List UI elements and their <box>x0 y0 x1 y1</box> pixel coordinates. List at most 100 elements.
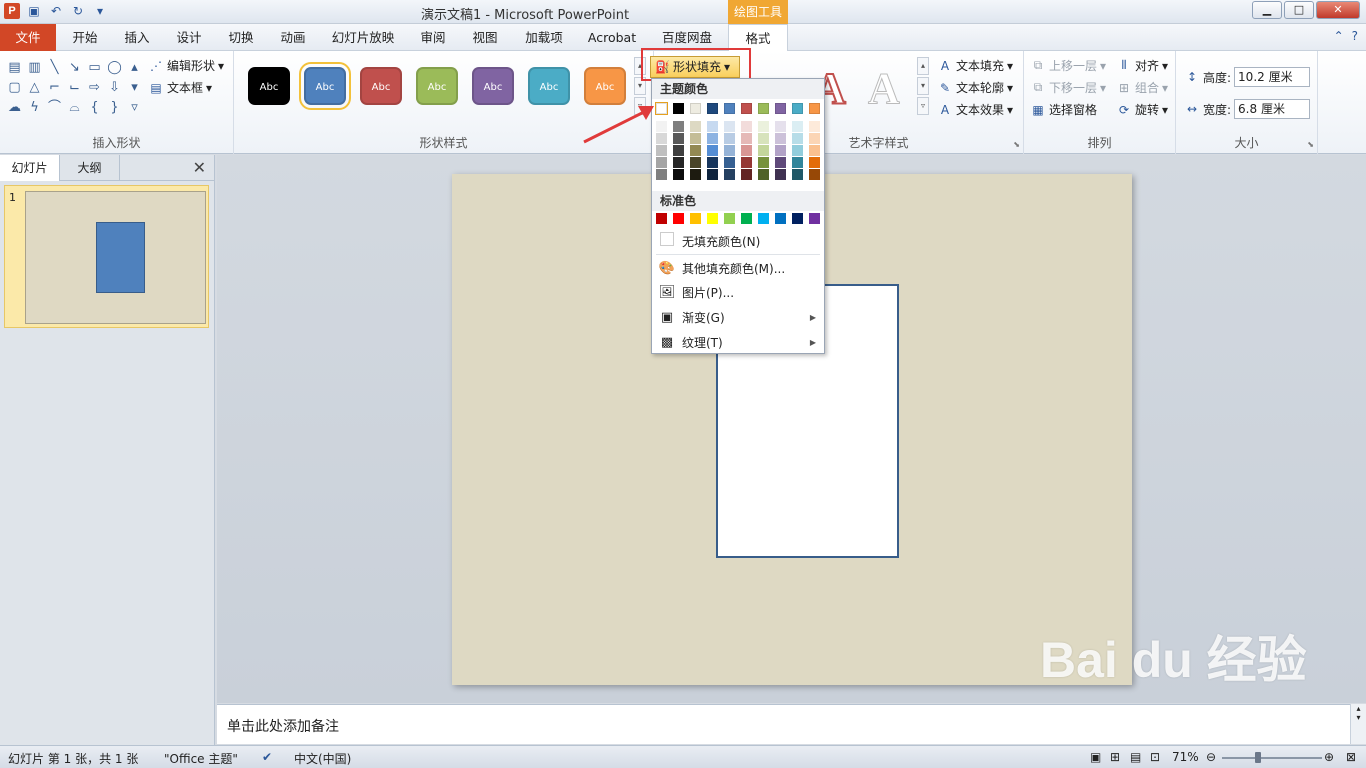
shade-swatch[interactable] <box>775 157 786 168</box>
standard-color-swatch[interactable] <box>673 213 684 224</box>
bring-forward-button[interactable]: ⧉ 上移一层 ▾ <box>1030 57 1106 74</box>
theme-color-swatch[interactable] <box>690 103 701 114</box>
help-icon[interactable]: ? <box>1352 29 1358 43</box>
shade-swatch[interactable] <box>724 145 735 156</box>
shade-swatch[interactable] <box>724 133 735 144</box>
shade-swatch[interactable] <box>775 133 786 144</box>
zoom-out-icon[interactable]: ⊖ <box>1206 750 1216 764</box>
send-backward-button[interactable]: ⧉ 下移一层 ▾ <box>1030 79 1106 96</box>
tab-home[interactable]: 开始 <box>60 24 110 51</box>
language-status[interactable]: 中文(中国) <box>294 750 351 767</box>
shade-swatch[interactable] <box>690 121 701 132</box>
shade-swatch[interactable] <box>656 169 667 180</box>
shape-style-blue[interactable]: Abc <box>299 62 351 110</box>
tab-insert[interactable]: 插入 <box>112 24 162 51</box>
gallery-up-icon[interactable]: ▴ <box>126 59 143 76</box>
standard-color-swatch[interactable] <box>707 213 718 224</box>
tab-review[interactable]: 审阅 <box>408 24 458 51</box>
gallery-more-icon[interactable]: ▿ <box>126 99 143 116</box>
vertical-textbox-shape-icon[interactable]: ▥ <box>26 59 43 76</box>
shape-style-purple[interactable]: Abc <box>472 67 514 105</box>
notes-scrollbar[interactable]: ▴ ▾ <box>1350 704 1366 744</box>
gradient-fill-menu-item[interactable]: ▣ 渐变(G) ▶ <box>652 305 824 329</box>
shade-swatch[interactable] <box>707 121 718 132</box>
standard-color-swatch[interactable] <box>690 213 701 224</box>
shade-swatch[interactable] <box>741 169 752 180</box>
elbow-arrow-shape-icon[interactable]: ⌙ <box>66 79 83 96</box>
down-arrow-shape-icon[interactable]: ⇩ <box>106 79 123 96</box>
theme-color-swatch[interactable] <box>741 103 752 114</box>
shape-style-red[interactable]: Abc <box>360 67 402 105</box>
tab-acrobat[interactable]: Acrobat <box>580 24 644 51</box>
slideshow-view-icon[interactable]: ⊡ <box>1150 750 1160 764</box>
theme-color-swatch[interactable] <box>758 103 769 114</box>
gallery-down-icon[interactable]: ▾ <box>917 77 929 95</box>
shade-swatch[interactable] <box>809 133 820 144</box>
standard-color-swatch[interactable] <box>775 213 786 224</box>
line-shape-icon[interactable]: ╲ <box>46 59 63 76</box>
shade-swatch[interactable] <box>775 145 786 156</box>
dialog-launcher-icon[interactable]: ⬊ <box>1013 140 1020 149</box>
tab-view[interactable]: 视图 <box>460 24 510 51</box>
shade-swatch[interactable] <box>707 157 718 168</box>
height-input[interactable]: 10.2 厘米 <box>1234 67 1311 87</box>
shade-swatch[interactable] <box>792 169 803 180</box>
arrow-line-shape-icon[interactable]: ↘ <box>66 59 83 76</box>
theme-color-swatch[interactable] <box>724 103 735 114</box>
shade-swatch[interactable] <box>741 121 752 132</box>
cloud-shape-icon[interactable]: ☁ <box>6 99 23 116</box>
shape-style-green[interactable]: Abc <box>416 67 458 105</box>
spellcheck-icon[interactable]: ✔ <box>262 750 272 764</box>
gallery-down-icon[interactable]: ▾ <box>126 79 143 96</box>
slide-sorter-icon[interactable]: ⊞ <box>1110 750 1120 764</box>
shape-style-black[interactable]: Abc <box>248 67 290 105</box>
zoom-slider-thumb[interactable] <box>1254 752 1261 763</box>
text-effects-button[interactable]: A 文本效果 ▾ <box>937 101 1013 118</box>
text-fill-button[interactable]: A 文本填充 ▾ <box>937 57 1013 74</box>
close-icon[interactable]: ✕ <box>193 158 206 177</box>
group-button[interactable]: ⊞ 组合 ▾ <box>1116 79 1168 96</box>
shade-swatch[interactable] <box>809 157 820 168</box>
shade-swatch[interactable] <box>741 145 752 156</box>
theme-color-swatch[interactable] <box>775 103 786 114</box>
maximize-button[interactable]: □ <box>1284 1 1314 19</box>
standard-color-swatch[interactable] <box>724 213 735 224</box>
shade-swatch[interactable] <box>792 157 803 168</box>
oval-shape-icon[interactable]: ◯ <box>106 59 123 76</box>
slide-thumbnail-frame[interactable] <box>4 185 209 328</box>
tab-animations[interactable]: 动画 <box>268 24 318 51</box>
text-outline-button[interactable]: ✎ 文本轮廓 ▾ <box>937 79 1013 96</box>
normal-view-icon[interactable]: ▣ <box>1090 750 1101 764</box>
standard-color-swatch[interactable] <box>758 213 769 224</box>
shade-swatch[interactable] <box>741 133 752 144</box>
shade-swatch[interactable] <box>792 145 803 156</box>
shade-swatch[interactable] <box>707 133 718 144</box>
shade-swatch[interactable] <box>809 145 820 156</box>
more-fill-colors-menu-item[interactable]: 🎨 其他填充颜色(M)... <box>652 256 824 280</box>
reading-view-icon[interactable]: ▤ <box>1130 750 1141 764</box>
curve-shape-icon[interactable]: ⌒ <box>46 99 63 116</box>
shade-swatch[interactable] <box>673 157 684 168</box>
shade-swatch[interactable] <box>690 145 701 156</box>
texture-fill-menu-item[interactable]: ▩ 纹理(T) ▶ <box>652 330 824 354</box>
gallery-up-icon[interactable]: ▴ <box>917 57 929 75</box>
picture-fill-menu-item[interactable]: 🖼 图片(P)... <box>652 280 824 304</box>
shade-swatch[interactable] <box>673 121 684 132</box>
shade-swatch[interactable] <box>707 169 718 180</box>
left-brace-shape-icon[interactable]: { <box>86 99 103 116</box>
lightning-shape-icon[interactable]: ϟ <box>26 99 43 116</box>
shade-swatch[interactable] <box>758 145 769 156</box>
shape-style-aqua[interactable]: Abc <box>528 67 570 105</box>
shade-swatch[interactable] <box>673 145 684 156</box>
tab-slideshow[interactable]: 幻灯片放映 <box>324 24 402 51</box>
shade-swatch[interactable] <box>775 121 786 132</box>
wordart-style-gray-outline[interactable]: A <box>868 63 901 114</box>
rectangle-shape-icon[interactable]: ▭ <box>86 59 103 76</box>
gallery-more-icon[interactable]: ▿ <box>917 97 929 115</box>
rounded-rect-shape-icon[interactable]: ▢ <box>6 79 23 96</box>
tab-outline[interactable]: 大纲 <box>60 155 120 181</box>
shade-swatch[interactable] <box>775 169 786 180</box>
width-input[interactable]: 6.8 厘米 <box>1234 99 1311 119</box>
dialog-launcher-icon[interactable]: ⬊ <box>1307 140 1314 149</box>
elbow-connector-shape-icon[interactable]: ⌐ <box>46 79 63 96</box>
